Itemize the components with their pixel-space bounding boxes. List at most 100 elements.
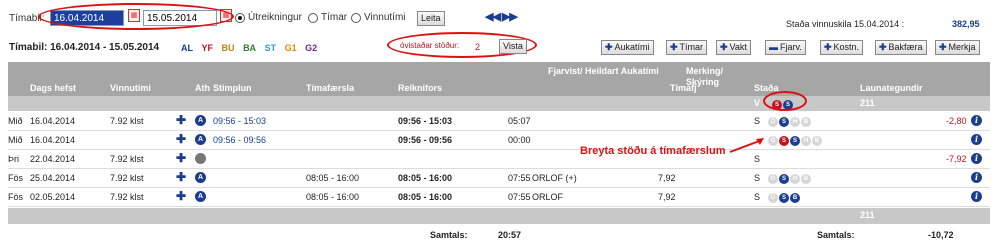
radio-vinnutimi[interactable] [351,13,361,23]
col-ath: Ath [195,83,210,93]
col-vinnutimi[interactable]: Vinnutími [110,83,151,93]
a-status-icon[interactable]: A [195,115,206,126]
add-cost-button[interactable]: ✚ Kostn. [820,40,864,55]
row-day: Fös [8,192,24,202]
row-stimplun[interactable]: 09:56 - 09:56 [213,135,266,145]
add-icon[interactable]: ✚ [176,170,186,184]
stada-filter-v[interactable]: V [754,98,760,108]
unconfirmed-label: óvistaðar stöður: [400,41,460,50]
row-status-icons[interactable]: ÓSSHB [768,134,823,146]
save-button[interactable]: Vista [499,39,527,54]
table-row[interactable]: Fös 02.05.2014 7.92 klst ✚ A 08:05 - 16:… [8,188,990,207]
table-row[interactable]: Þri 22.04.2014 7.92 klst ✚ S -7,92 i [8,150,990,169]
row-vinnutimi: 7.92 klst [110,116,144,126]
category-g1[interactable]: G1 [285,43,297,53]
row-timafj: 7,92 [658,192,676,202]
row-status-icons[interactable]: ÓSB [768,191,801,203]
status-label: Staða vinnuskila 15.04.2014 : [786,19,905,29]
add-icon[interactable]: ✚ [176,113,186,127]
row-day: Fös [8,173,24,183]
col-launategundir[interactable]: Launategundir [860,83,923,93]
info-icon[interactable]: i [971,172,982,183]
col-merking-skyring[interactable]: Merking/ Skýring [686,66,748,88]
category-al[interactable]: AL [181,43,193,53]
table-subheader: V SS 211 [8,96,990,111]
row-heildart: 05:07 [508,116,531,126]
category-legend: AL YF BU BA ST G1 G2 [181,43,317,53]
row-aukatimi: ORLOF (+) [532,173,577,183]
status-value: 382,95 [952,19,980,29]
info-icon[interactable]: i [971,134,982,145]
table-row[interactable]: Fös 25.04.2014 7.92 klst ✚ A 08:05 - 16:… [8,169,990,188]
info-icon[interactable]: i [971,191,982,202]
row-heildart: 07:55 [508,173,531,183]
period-text: Tímabil: 16.04.2014 - 15.05.2014 [9,42,160,53]
row-heildart: 00:00 [508,135,531,145]
add-overtime-button[interactable]: ✚ Aukatími [601,40,654,55]
radio-utreikningur[interactable] [235,13,245,23]
a-status-icon[interactable] [195,153,206,164]
search-button[interactable]: Leita [417,11,445,26]
totals-value-hours: 20:57 [498,230,522,240]
radio-label-vinnutimi: Vinnutími [364,12,406,23]
radio-timar[interactable] [308,13,318,23]
col-reiknifors[interactable]: Reiknifors [398,83,442,93]
row-vinnutimi: 7.92 klst [110,192,144,202]
row-heildart: 07:55 [508,192,531,202]
a-status-icon[interactable]: A [195,134,206,145]
row-status: S [754,116,761,126]
table-header: Dags hefst Vinnutími Ath Stimplun Tímafæ… [8,62,990,96]
reverse-button[interactable]: ✚ Bakfæra [875,40,927,55]
row-launa: -7,92 [946,154,967,164]
category-yf[interactable]: YF [202,43,214,53]
row-date: 16.04.2014 [30,135,76,145]
row-reiknifors: 09:56 - 15:03 [398,116,453,126]
category-ba[interactable]: BA [243,43,256,53]
add-icon[interactable]: ✚ [176,151,186,165]
row-status-icons[interactable]: ÓSHB [768,115,812,127]
radio-label-timar: Tímar [321,12,348,23]
totals-value-balance: -10,72 [928,230,954,240]
table-row[interactable]: Mið 16.04.2014 7.92 klst ✚ A 09:56 - 15:… [8,112,990,131]
date-range-highlight [38,3,234,30]
add-icon[interactable]: ✚ [176,132,186,146]
row-status: S [754,192,761,202]
launategundir-code: 211 [860,98,875,108]
row-vinnutimi: 7.92 klst [110,173,144,183]
add-shift-button[interactable]: ✚ Vakt [716,40,751,55]
row-date: 02.05.2014 [30,192,76,202]
navigation-arrows-icon[interactable]: ◀◀ ▶▶ [485,10,518,23]
info-icon[interactable]: i [971,115,982,126]
info-icon[interactable]: i [971,153,982,164]
col-stimplun[interactable]: Stimplun [213,83,252,93]
category-st[interactable]: ST [265,43,277,53]
row-day: Mið [8,135,23,145]
col-dags-hefst[interactable]: Dags hefst [30,83,76,93]
table-footer-bar: 211 [8,208,990,224]
add-icon[interactable]: ✚ [176,189,186,203]
row-status-icons[interactable]: ÓSHB [768,172,812,184]
a-status-icon[interactable]: A [195,172,206,183]
category-g2[interactable]: G2 [305,43,317,53]
totals-label-hours: Samtals: [430,230,468,240]
row-timafaersla: 08:05 - 16:00 [306,173,360,183]
status-filter-highlight [763,91,807,111]
row-timafj: 7,92 [658,173,676,183]
add-hours-button[interactable]: ✚ Tímar [666,40,708,55]
row-launa: -2,80 [946,116,967,126]
table-row[interactable]: Mið 16.04.2014 ✚ A 09:56 - 09:56 09:56 -… [8,131,990,150]
col-fjarvist-aukatimi[interactable]: Fjarvist/ Heildart Aukatími [548,66,678,77]
col-timafaersla[interactable]: Tímafærsla [306,83,354,93]
row-stimplun[interactable]: 09:56 - 15:03 [213,116,266,126]
a-status-icon[interactable]: A [195,191,206,202]
category-bu[interactable]: BU [222,43,235,53]
row-reiknifors: 08:05 - 16:00 [398,173,453,183]
absence-button[interactable]: ▬ Fjarv. [765,40,806,55]
row-day: Mið [8,116,23,126]
row-day: Þri [8,154,19,164]
row-date: 25.04.2014 [30,173,76,183]
row-aukatimi: ORLOF [532,192,564,202]
row-vinnutimi: 7.92 klst [110,154,144,164]
mark-button[interactable]: ✚ Merkja [935,40,980,55]
unconfirmed-count: 2 [475,42,481,52]
